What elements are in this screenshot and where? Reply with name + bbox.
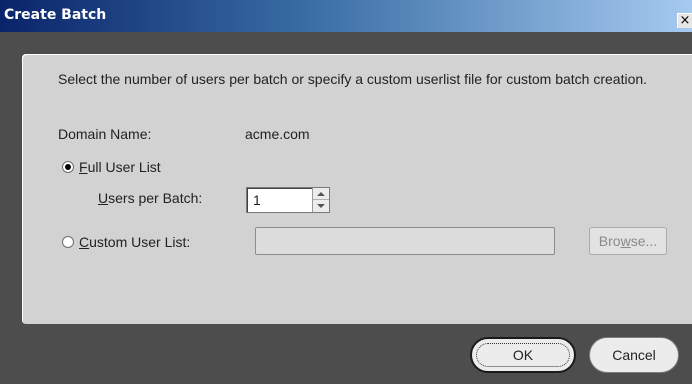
- title-bar: Create Batch ×: [0, 0, 692, 32]
- close-icon[interactable]: ×: [677, 13, 692, 28]
- chevron-up-icon[interactable]: [313, 188, 329, 200]
- domain-name-label: Domain Name:: [58, 126, 152, 142]
- ok-button[interactable]: OK: [470, 337, 576, 373]
- full-user-list-label: Full User List: [79, 159, 161, 175]
- description-text: Select the number of users per batch or …: [58, 71, 648, 87]
- spinner-buttons: [312, 188, 329, 212]
- browse-button[interactable]: Browse...: [589, 227, 667, 255]
- users-per-batch-label: Users per Batch:: [98, 190, 203, 206]
- users-per-batch-spinner[interactable]: 1: [246, 187, 330, 213]
- full-user-list-option[interactable]: Full User List: [62, 159, 161, 175]
- ok-button-label: OK: [512, 347, 534, 363]
- custom-user-list-label: Custom User List:: [79, 234, 191, 250]
- custom-user-list-radio[interactable]: [62, 236, 74, 248]
- chevron-down-icon[interactable]: [313, 200, 329, 212]
- cancel-button[interactable]: Cancel: [589, 337, 679, 373]
- content-panel: [22, 54, 692, 324]
- domain-name-value: acme.com: [245, 126, 310, 142]
- users-per-batch-value[interactable]: 1: [253, 192, 261, 208]
- full-user-list-radio[interactable]: [62, 161, 74, 173]
- custom-user-list-option[interactable]: Custom User List:: [62, 234, 190, 250]
- custom-user-list-field[interactable]: [255, 227, 555, 255]
- dialog-title: Create Batch: [4, 7, 107, 23]
